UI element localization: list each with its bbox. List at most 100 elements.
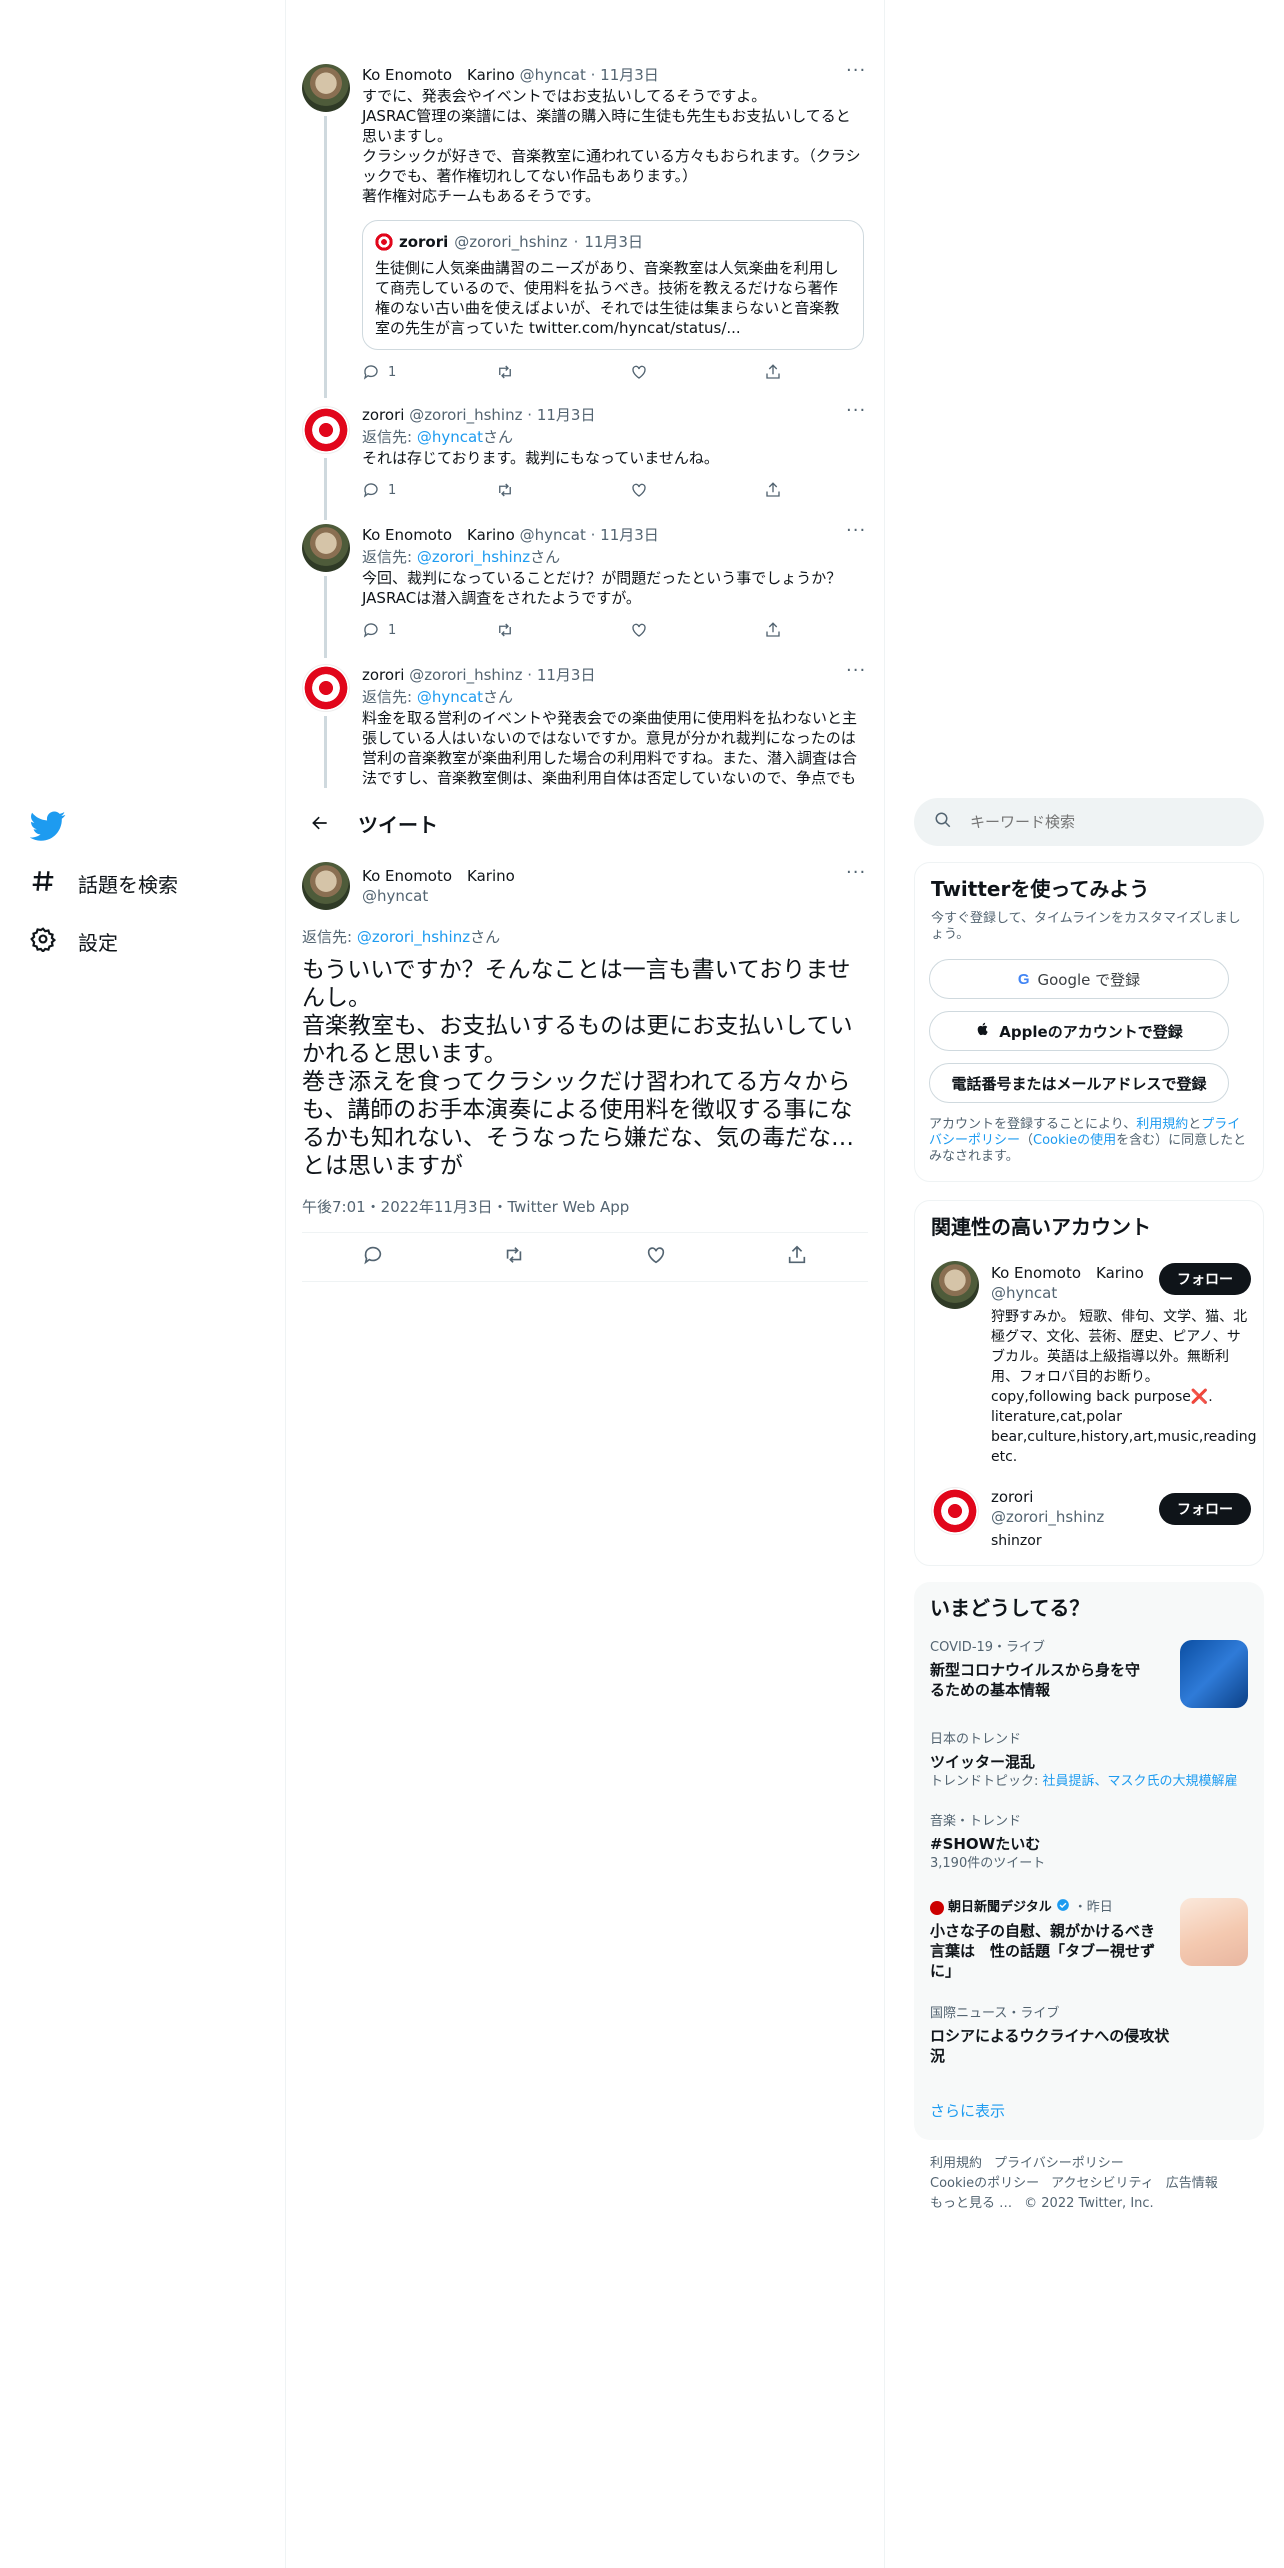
- footer-link[interactable]: アクセシビリティ: [1051, 2174, 1154, 2194]
- tweet-text: 料金を取る営利のイベントや発表会での楽曲使用に使用料を払わないと主張している人は…: [362, 709, 858, 787]
- follow-button[interactable]: フォロー: [1159, 1493, 1251, 1525]
- display-name[interactable]: zorori: [362, 406, 404, 424]
- reply-button[interactable]: [362, 1244, 384, 1270]
- avatar[interactable]: [302, 406, 350, 454]
- apple-signup-button[interactable]: Appleのアカウントで登録: [929, 1011, 1229, 1051]
- cookie-link[interactable]: Cookieの使用: [1033, 1133, 1116, 1148]
- handle[interactable]: @hyncat: [520, 526, 586, 544]
- share-button[interactable]: [786, 1244, 808, 1270]
- share-button[interactable]: [764, 363, 782, 381]
- timestamp[interactable]: 11月3日: [600, 526, 659, 544]
- avatar[interactable]: [302, 64, 350, 112]
- twitter-logo-icon[interactable]: [29, 808, 66, 844]
- footer-link[interactable]: Cookieのポリシー: [930, 2174, 1039, 2194]
- quoted-tweet[interactable]: zorori @zorori_hshinz · 11月3日 生徒側に人気楽曲講習…: [362, 220, 864, 350]
- footer-link[interactable]: 利用規約: [930, 2154, 982, 2174]
- mention-link[interactable]: @hyncat: [417, 428, 483, 446]
- like-button[interactable]: [645, 1244, 667, 1270]
- avatar[interactable]: [302, 524, 350, 572]
- show-more-link[interactable]: さらに表示: [930, 2100, 1005, 2121]
- nav-explore[interactable]: 話題を検索: [30, 863, 178, 903]
- display-name[interactable]: Ko Enomoto Karino: [991, 1263, 1144, 1283]
- account-name-block[interactable]: zorori @zorori_hshinz: [991, 1487, 1104, 1527]
- display-name[interactable]: zorori: [362, 666, 404, 684]
- phone-email-signup-button[interactable]: 電話番号またはメールアドレスで登録: [929, 1063, 1229, 1103]
- like-button[interactable]: [630, 363, 764, 381]
- thread-tweet[interactable]: Ko Enomoto Karino @hyncat · 11月3日 ··· すで…: [286, 40, 884, 398]
- like-button[interactable]: [630, 621, 764, 639]
- reply-context: 返信先: @zorori_hshinzさん: [362, 546, 560, 567]
- tweet-meta[interactable]: 午後7:01・2022年11月3日・Twitter Web App: [302, 1196, 629, 1217]
- trend-item[interactable]: 日本のトレンド ツイッター混乱 トレンドトピック: 社員提訴、マスク氏の大規模解…: [930, 1732, 1250, 1790]
- tweet-header: zorori @zorori_hshinz · 11月3日: [362, 664, 595, 685]
- footer-link[interactable]: 広告情報: [1166, 2174, 1218, 2194]
- related-accounts-card: 関連性の高いアカウント Ko Enomoto Karino @hyncat フォ…: [914, 1200, 1264, 1566]
- display-name[interactable]: Ko Enomoto Karino: [362, 866, 515, 886]
- avatar[interactable]: [931, 1487, 979, 1535]
- handle[interactable]: @hyncat: [991, 1283, 1144, 1303]
- retweet-button[interactable]: [496, 621, 630, 639]
- handle[interactable]: @hyncat: [362, 886, 515, 906]
- follow-button[interactable]: フォロー: [1159, 1263, 1251, 1295]
- display-name[interactable]: Ko Enomoto Karino: [362, 526, 515, 544]
- display-name[interactable]: Ko Enomoto Karino: [362, 66, 515, 84]
- retweet-button[interactable]: [496, 481, 630, 499]
- account-bio: shinzor: [991, 1533, 1042, 1549]
- nav-settings[interactable]: 設定: [30, 921, 118, 961]
- reply-button[interactable]: 1: [362, 621, 496, 639]
- reply-button[interactable]: 1: [362, 363, 496, 381]
- target-logo: [933, 1489, 977, 1533]
- retweet-button[interactable]: [496, 363, 630, 381]
- more-options-icon[interactable]: ···: [846, 520, 866, 541]
- account-name-block[interactable]: Ko Enomoto Karino @hyncat: [991, 1263, 1144, 1303]
- avatar[interactable]: [931, 1261, 979, 1309]
- copyright: © 2022 Twitter, Inc.: [1024, 2196, 1154, 2211]
- share-icon: [766, 364, 780, 379]
- reply-button[interactable]: 1: [362, 481, 496, 499]
- more-options-icon[interactable]: ···: [846, 862, 866, 883]
- back-arrow-icon[interactable]: [302, 805, 338, 841]
- more-options-icon[interactable]: ···: [846, 60, 866, 81]
- like-button[interactable]: [630, 481, 764, 499]
- mention-link[interactable]: @hyncat: [417, 688, 483, 706]
- search-input[interactable]: [970, 813, 1220, 831]
- reply-context: 返信先: @hyncatさん: [362, 686, 513, 707]
- handle[interactable]: @zorori_hshinz: [409, 406, 522, 424]
- timestamp[interactable]: 11月3日: [537, 406, 596, 424]
- reply-count: 1: [388, 622, 397, 638]
- thread-tweet[interactable]: Ko Enomoto Karino @hyncat · 11月3日 ··· 返信…: [286, 512, 884, 658]
- avatar[interactable]: [302, 664, 350, 712]
- topics-links[interactable]: 社員提訴、マスク氏の大規模解雇: [1043, 1774, 1238, 1789]
- terms-link[interactable]: 利用規約: [1136, 1117, 1188, 1132]
- display-name[interactable]: zorori: [991, 1487, 1104, 1507]
- footer-link[interactable]: プライバシーポリシー: [994, 2154, 1124, 2174]
- search-box[interactable]: [914, 798, 1264, 846]
- trend-item[interactable]: 朝日新聞デジタル ・昨日 小さな子の自慰、親がかけるべき言葉は 性の話題「タブー…: [930, 1898, 1160, 1981]
- mention-link[interactable]: @zorori_hshinz: [357, 928, 470, 946]
- author-block[interactable]: Ko Enomoto Karino @hyncat: [362, 866, 515, 906]
- avatar[interactable]: [302, 862, 350, 910]
- target-logo: [304, 408, 348, 452]
- button-label: Google で登録: [1037, 970, 1141, 989]
- mention-link[interactable]: @zorori_hshinz: [417, 548, 530, 566]
- timestamp[interactable]: 11月3日: [537, 666, 596, 684]
- share-button[interactable]: [764, 621, 782, 639]
- thread-connector: [324, 576, 327, 658]
- handle[interactable]: @hyncat: [520, 66, 586, 84]
- trend-item[interactable]: COVID-19・ライブ 新型コロナウイルスから身を守るための基本情報: [930, 1640, 1150, 1700]
- handle[interactable]: @zorori_hshinz: [991, 1507, 1104, 1527]
- verified-badge-icon: [1056, 1898, 1070, 1917]
- share-button[interactable]: [764, 481, 782, 499]
- trend-item[interactable]: 音楽・トレンド #SHOWたいむ 3,190件のツイート: [930, 1814, 1250, 1872]
- timestamp[interactable]: 11月3日: [600, 66, 659, 84]
- google-signup-button[interactable]: G Google で登録: [929, 959, 1229, 999]
- retweet-button[interactable]: [503, 1244, 525, 1270]
- trend-item[interactable]: 国際ニュース・ライブ ロシアによるウクライナへの侵攻状況: [930, 2006, 1170, 2066]
- more-options-icon[interactable]: ···: [846, 660, 866, 681]
- handle[interactable]: @zorori_hshinz: [409, 666, 522, 684]
- footer-more-link[interactable]: もっと見る …: [930, 2194, 1012, 2214]
- thread-tweet[interactable]: zorori @zorori_hshinz · 11月3日 ··· 返信先: @…: [286, 652, 884, 788]
- reply-icon: [363, 483, 378, 498]
- more-options-icon[interactable]: ···: [846, 400, 866, 421]
- thread-tweet[interactable]: zorori @zorori_hshinz · 11月3日 ··· 返信先: @…: [286, 392, 884, 520]
